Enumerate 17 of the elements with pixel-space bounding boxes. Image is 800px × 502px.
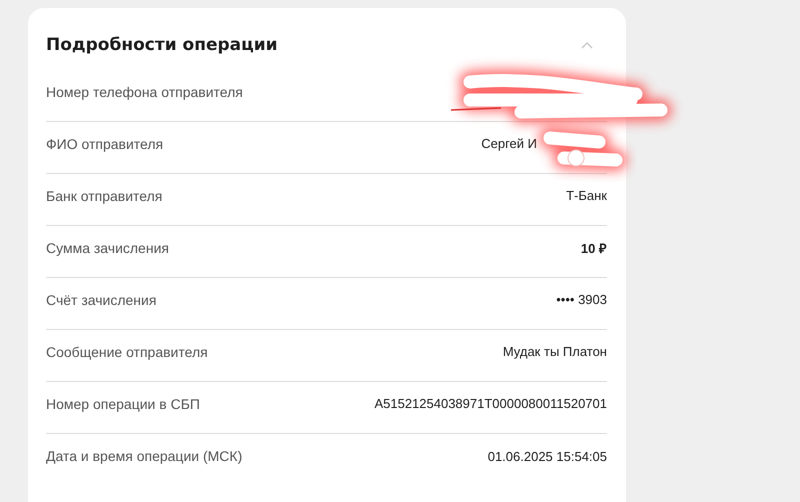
- field-label: Банк отправителя: [46, 188, 162, 204]
- field-label: ФИО отправителя: [46, 136, 164, 152]
- field-value: 10 ₽: [580, 240, 607, 256]
- field-label: Сообщение отправителя: [46, 344, 208, 360]
- field-value: 01.06.2025 15:54:05: [488, 448, 607, 464]
- field-label: Дата и время операции (МСК): [46, 448, 242, 464]
- chevron-icon[interactable]: [581, 41, 593, 49]
- field-label: Номер операции в СБП: [46, 396, 200, 412]
- field-value: •••• 3903: [556, 292, 607, 307]
- field-value: Сергей И: [481, 136, 537, 151]
- section-title: Подробности операции: [46, 35, 278, 55]
- field-value: Мудак ты Платон: [502, 344, 607, 359]
- field-value: Т-Банк: [566, 188, 607, 203]
- field-label: Номер телефона отправителя: [46, 84, 243, 100]
- field-value: A51521254038971T0000080011520701: [374, 396, 607, 411]
- field-label: Сумма зачисления: [46, 240, 169, 256]
- field-label: Счёт зачисления: [46, 292, 156, 308]
